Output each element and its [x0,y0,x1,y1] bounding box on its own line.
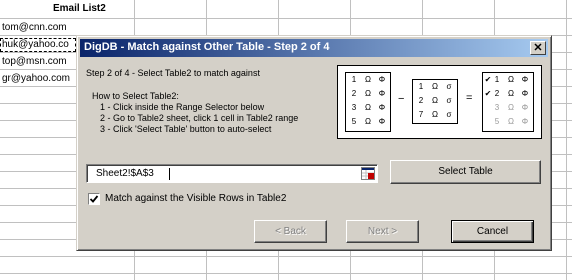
diagram-cell: Ω [365,75,371,84]
range-value: Sheet2!$A$3 [96,168,154,179]
howto-title: How to Select Table2: [92,91,179,101]
diagram-cell: 3 [351,103,357,112]
diagram-cell: Φ [521,89,529,98]
diagram-cell: 2 [494,89,500,98]
howto-step: 3 - Click 'Select Table' button to auto-… [100,124,272,134]
diagram-cell: 1 [351,75,357,84]
sheet-cell[interactable]: gr@yahoo.com [2,73,70,84]
diagram-cell: Ω [432,110,438,119]
howto-step: 2 - Go to Table2 sheet, click 1 cell in … [100,113,299,123]
diagram-cell: Ω [365,103,371,112]
diagram-cell: 5 [494,117,500,126]
sheet-cell[interactable]: huk@yahoo.co [2,39,69,50]
diagram-cell: Φ [378,89,386,98]
visible-rows-checkbox[interactable] [88,193,100,205]
next-button[interactable]: Next > [346,220,419,243]
diagram-cell: Ω [508,75,514,84]
diagram-cell: Φ [378,103,386,112]
range-selector-input[interactable]: Sheet2!$A$3 [86,164,378,183]
minus-sign: − [398,93,405,105]
diagram-cell: Ω [432,96,438,105]
diagram-cell: Φ [521,117,529,126]
diagram-cell: Ω [508,117,514,126]
sheet-cell[interactable]: top@msn.com [2,56,67,67]
back-button[interactable]: < Back [254,220,327,243]
diagram-cell: σ [446,82,452,91]
column-header: Email List2 [53,3,106,14]
diagram-cell: 5 [351,117,357,126]
diagram-cell: 3 [494,103,500,112]
close-button[interactable]: ✕ [530,41,546,55]
diagram-cell: 1 [418,82,424,91]
step-label: Step 2 of 4 - Select Table2 to match aga… [86,68,260,78]
close-icon: ✕ [533,42,543,54]
diagram-cell: Φ [378,117,386,126]
diagram-cell: Φ [521,103,529,112]
range-picker-icon[interactable] [361,167,375,180]
dialog-titlebar[interactable]: DigDB - Match against Other Table - Step… [80,39,548,57]
diagram-cell: Ω [432,82,438,91]
diagram-table2: 1Ωσ 2Ωσ 7Ωσ [412,79,458,124]
equals-sign: = [466,92,473,104]
select-table-button[interactable]: Select Table [390,160,541,184]
diagram-cell: 2 [351,89,357,98]
diagram-cell: Φ [378,75,386,84]
checkmark-icon [89,195,99,203]
diagram-cell: 1 [494,75,500,84]
diagram-cell: Ω [365,89,371,98]
text-caret [169,168,170,180]
diagram-cell: 2 [418,96,424,105]
diagram-result-table: ✔ 1 Ω Φ ✔ 2 Ω Φ 3ΩΦ 5ΩΦ [482,72,534,132]
match-diagram: 1ΩΦ 2ΩΦ 3ΩΦ 5ΩΦ − 1Ωσ 2Ωσ 7Ωσ = ✔ 1 Ω Φ ✔ 2 Ω… [337,65,542,139]
diagram-cell: 7 [418,110,424,119]
match-table-dialog: DigDB - Match against Other Table - Step… [76,35,552,251]
diagram-cell: Ω [508,103,514,112]
diagram-cell: Φ [521,75,529,84]
diagram-cell: Ω [365,117,371,126]
diagram-cell: Ω [508,89,514,98]
diagram-table1: 1ΩΦ 2ΩΦ 3ΩΦ 5ΩΦ [345,72,391,132]
cancel-button[interactable]: Cancel [451,220,534,243]
howto-instructions: How to Select Table2: 1 - Click inside t… [92,91,298,135]
howto-step: 1 - Click inside the Range Selector belo… [100,102,265,112]
diagram-cell: σ [446,96,452,105]
sheet-cell[interactable]: tom@cnn.com [2,22,67,33]
visible-rows-label[interactable]: Match against the Visible Rows in Table2 [105,193,286,204]
diagram-cell: σ [446,110,452,119]
dialog-title: DigDB - Match against Other Table - Step… [84,41,330,53]
